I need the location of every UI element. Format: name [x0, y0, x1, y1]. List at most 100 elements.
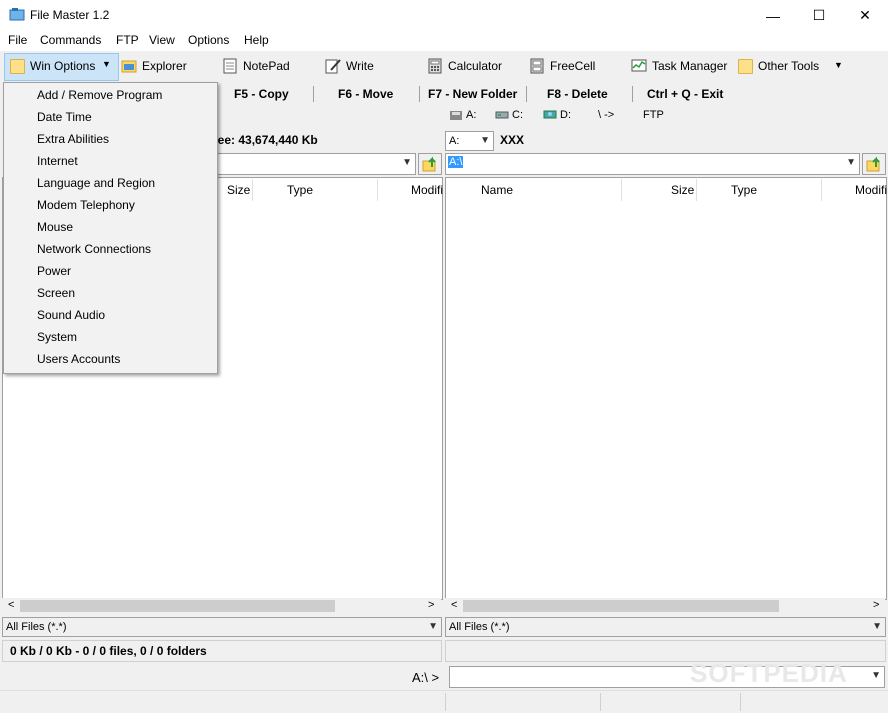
notepad-label: NotePad: [243, 59, 290, 73]
scroll-thumb[interactable]: [20, 600, 335, 612]
dropdown-item-power[interactable]: Power: [37, 264, 71, 278]
drive-d-button[interactable]: D:: [543, 109, 571, 121]
maximize-icon: ☐: [812, 7, 826, 23]
right-col-type[interactable]: Type: [731, 183, 757, 205]
menu-ftp[interactable]: FTP: [116, 33, 139, 47]
dropdown-item-mouse[interactable]: Mouse: [37, 220, 73, 234]
f8-delete-button[interactable]: F8 - Delete: [547, 87, 608, 101]
drive-a-button[interactable]: A:: [449, 109, 476, 121]
right-filter-combo[interactable]: All Files (*.*) ▼: [445, 617, 886, 637]
network-drive-icon: [543, 110, 557, 119]
menu-commands[interactable]: Commands: [40, 33, 101, 47]
task-manager-button[interactable]: Task Manager: [631, 56, 727, 76]
right-path-combo[interactable]: A:\ ▼: [445, 153, 860, 175]
dropdown-item-sound-audio[interactable]: Sound Audio: [37, 308, 105, 322]
maximize-button[interactable]: ☐: [796, 0, 842, 31]
close-icon: ✕: [859, 7, 871, 23]
f6-move-button[interactable]: F6 - Move: [338, 87, 393, 101]
menu-file[interactable]: File: [8, 33, 27, 47]
scroll-left-icon[interactable]: <: [8, 599, 14, 611]
volume-label: XXX: [500, 133, 525, 147]
chevron-down-icon: ▼: [872, 621, 882, 632]
f5-copy-button[interactable]: F5 - Copy: [234, 87, 289, 101]
f7-new-folder-button[interactable]: F7 - New Folder: [428, 87, 517, 101]
dropdown-item-date-time[interactable]: Date Time: [37, 110, 92, 124]
right-path-value[interactable]: A:\: [448, 156, 464, 168]
notepad-button[interactable]: NotePad: [222, 56, 290, 76]
col-separator[interactable]: [621, 179, 622, 201]
scroll-left-icon[interactable]: <: [451, 599, 457, 611]
write-label: Write: [346, 59, 374, 73]
left-col-size[interactable]: Size: [227, 183, 250, 205]
menu-view[interactable]: View: [149, 33, 175, 47]
col-separator[interactable]: [696, 179, 697, 201]
left-col-modified[interactable]: Modifi: [411, 183, 443, 205]
scroll-right-icon[interactable]: >: [873, 599, 879, 611]
dropdown-item-system[interactable]: System: [37, 330, 77, 344]
dropdown-item-modem-telephony[interactable]: Modem Telephony: [37, 198, 135, 212]
left-horizontal-scrollbar[interactable]: < >: [2, 598, 441, 614]
col-separator[interactable]: [252, 179, 253, 201]
right-col-modified[interactable]: Modifi: [855, 183, 887, 205]
left-path-combo[interactable]: ▼: [210, 153, 416, 175]
right-horizontal-scrollbar[interactable]: < >: [445, 598, 885, 614]
up-folder-icon: [422, 156, 436, 172]
menu-help[interactable]: Help: [244, 33, 269, 47]
status-separator: [740, 693, 741, 711]
explorer-button[interactable]: Explorer: [121, 56, 187, 76]
drive-c-button[interactable]: C:: [495, 109, 523, 121]
right-drive-combo[interactable]: A: ▼: [445, 131, 494, 151]
dropdown-item-users-accounts[interactable]: Users Accounts: [37, 352, 120, 366]
menu-bar: File Commands FTP View Options Help: [0, 31, 888, 51]
right-drive-value: A:: [449, 135, 460, 147]
write-icon: [325, 59, 341, 74]
right-col-size[interactable]: Size: [671, 183, 694, 205]
ftp-button[interactable]: FTP: [643, 109, 664, 121]
win-options-dropdown: Add / Remove Program Date Time Extra Abi…: [3, 82, 218, 374]
col-separator[interactable]: [377, 179, 378, 201]
col-separator[interactable]: [821, 179, 822, 201]
fkey-separator: [632, 86, 633, 102]
softpedia-watermark: SOFTPEDIA: [690, 658, 848, 688]
task-manager-label: Task Manager: [652, 59, 728, 73]
dropdown-item-screen[interactable]: Screen: [37, 286, 75, 300]
win-options-button[interactable]: Win Options: [10, 56, 95, 76]
left-filter-combo[interactable]: All Files (*.*) ▼: [2, 617, 442, 637]
left-col-type[interactable]: Type: [287, 183, 313, 205]
toolbar-overflow-chevron-icon[interactable]: ▼: [834, 60, 843, 70]
minimize-button[interactable]: —: [750, 0, 796, 31]
chevron-down-icon: ▼: [402, 157, 412, 168]
folder-icon: [738, 58, 753, 74]
explorer-icon: [121, 60, 137, 73]
freecell-icon: [530, 58, 544, 74]
dropdown-item-internet[interactable]: Internet: [37, 154, 78, 168]
dropdown-item-language-region[interactable]: Language and Region: [37, 176, 155, 190]
network-path-button[interactable]: \ ->: [598, 109, 614, 121]
calculator-label: Calculator: [448, 59, 503, 73]
other-tools-button[interactable]: Other Tools: [738, 56, 819, 76]
calculator-button[interactable]: Calculator: [427, 56, 502, 76]
dropdown-item-extra-abilities[interactable]: Extra Abilities: [37, 132, 109, 146]
close-button[interactable]: ✕: [842, 0, 888, 31]
freecell-button[interactable]: FreeCell: [529, 56, 595, 76]
drive-d-label: D:: [560, 109, 571, 121]
floppy-icon: [450, 111, 462, 120]
app-icon: [9, 8, 25, 21]
menu-options[interactable]: Options: [188, 33, 229, 47]
dropdown-item-add-remove-program[interactable]: Add / Remove Program: [37, 88, 162, 102]
dropdown-item-network-connections[interactable]: Network Connections: [37, 242, 151, 256]
scroll-right-icon[interactable]: >: [428, 599, 434, 611]
exit-button[interactable]: Ctrl + Q - Exit: [647, 87, 723, 101]
left-up-folder-button[interactable]: [418, 153, 442, 175]
scroll-thumb[interactable]: [463, 600, 779, 612]
freecell-label: FreeCell: [550, 59, 596, 73]
right-file-list[interactable]: [445, 177, 887, 600]
status-separator: [600, 693, 601, 711]
chevron-down-icon[interactable]: ▼: [102, 59, 111, 69]
right-col-name[interactable]: Name: [481, 183, 513, 205]
bottom-status-bar: [0, 690, 888, 713]
chevron-down-icon: ▼: [428, 621, 438, 632]
right-up-folder-button[interactable]: [862, 153, 886, 175]
drive-a-label: A:: [466, 109, 477, 121]
write-button[interactable]: Write: [325, 56, 374, 76]
